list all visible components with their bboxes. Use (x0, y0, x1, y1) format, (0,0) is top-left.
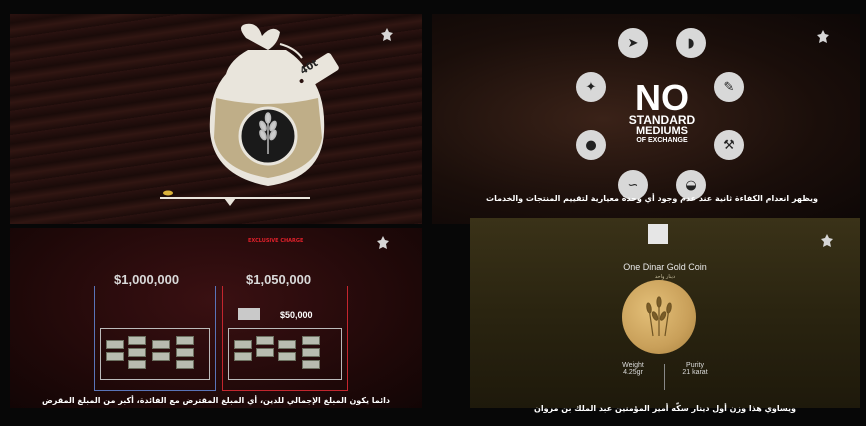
meat-icon: ● (576, 130, 606, 160)
carrot-icon: ✎ (714, 72, 744, 102)
cash-bundle (176, 348, 194, 357)
caption-gold-dinar: ويساوي هذا وزن أول دينار سكّه أمير المؤم… (534, 404, 796, 413)
flag-emblem-icon (816, 30, 830, 46)
weight-value: 4.25gr (623, 369, 643, 376)
cash-bundle (176, 336, 194, 345)
headline-mediums: MEDIUMS (636, 125, 688, 137)
publisher-logo (648, 224, 668, 244)
weight-label: Weight (622, 362, 644, 369)
cash-bundle (106, 352, 124, 361)
cash-bundle (256, 336, 274, 345)
principal-amount: $1,000,000 (114, 272, 180, 287)
cash-bundle (128, 348, 146, 357)
cash-bundle (152, 340, 170, 349)
cash-bundle (106, 340, 124, 349)
axe-icon: ⚒ (714, 130, 744, 160)
spec-divider (664, 364, 665, 390)
cash-bundle (128, 360, 146, 369)
red-heading: EXCLUSIVE CHARGE (248, 238, 304, 244)
purity-label: Purity (686, 362, 704, 369)
wheat-icon: ✦ (576, 72, 606, 102)
cash-bundle (302, 336, 320, 345)
cash-bundle (234, 340, 252, 349)
watermelon-icon: ◗ (676, 28, 706, 58)
headline-of-exchange: OF EXCHANGE (636, 137, 688, 144)
panel-debt-comparison: EXCLUSIVE CHARGE $1,000,000 $1,050,000 $… (10, 228, 422, 408)
interest-amount: $50,000 (280, 310, 313, 320)
cash-bundle (176, 360, 194, 369)
total-debt-amount: $1,050,000 (246, 272, 312, 287)
purity-value: 21 karat (682, 369, 708, 376)
cash-bundle (256, 348, 274, 357)
interest-bill-icon (238, 308, 260, 320)
cash-bundle (234, 352, 252, 361)
caption-no-standard: ويظهر انعدام الكفاءة ثانية عند عدم وجود … (486, 194, 818, 203)
flag-emblem-icon (820, 234, 834, 250)
coin-title: One Dinar Gold Coin (623, 262, 707, 272)
gold-coin-image (622, 280, 696, 354)
money-bag-illustration (160, 23, 339, 206)
weight-spec: Weight 4.25gr (608, 362, 658, 376)
composite-frame: 40t ➤ ◗ ✦ ✎ ● ⚒ ∽ ◒ NO STANDARD MEDIUMS … (0, 0, 866, 426)
panel-gold-dinar: One Dinar Gold Coin دينار واحد Weight 4.… (470, 218, 860, 408)
arrowhead-icon: ➤ (618, 28, 648, 58)
headline-no: NO (635, 77, 689, 118)
cash-bundle (302, 360, 320, 369)
cash-bundle (278, 352, 296, 361)
panel-money-bag: 40t (10, 14, 422, 224)
cash-bundle (278, 340, 296, 349)
purity-spec: Purity 21 karat (670, 362, 720, 376)
cash-bundle (152, 352, 170, 361)
cash-bundle (128, 336, 146, 345)
caption-debt: دائما يكون المبلغ الإجمالي للدين، أي الم… (42, 396, 390, 405)
wheat-icon (646, 296, 672, 337)
flag-emblem-icon (376, 236, 390, 252)
panel-no-standard-mediums: ➤ ◗ ✦ ✎ ● ⚒ ∽ ◒ NO STANDARD MEDIUMS OF E… (432, 14, 860, 224)
cash-bundle (302, 348, 320, 357)
flag-emblem-icon (380, 28, 394, 44)
